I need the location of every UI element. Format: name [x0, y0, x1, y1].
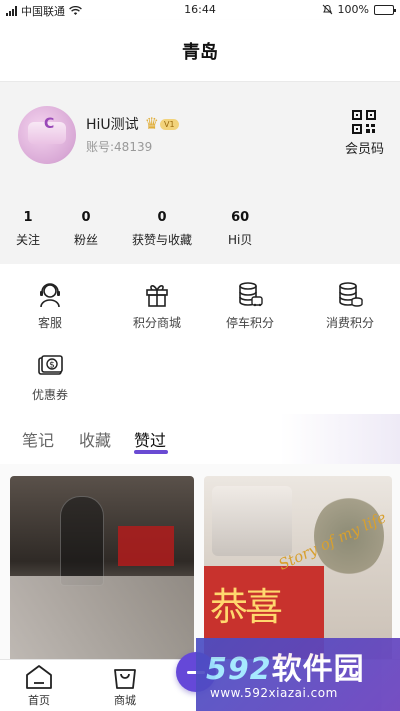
- shopping-bag-icon: [114, 669, 136, 689]
- coin-stack-icon: [339, 282, 363, 307]
- member-code-label: 会员码: [344, 142, 384, 157]
- watermark-url: www.592xiazai.com: [210, 686, 338, 700]
- menu-item-label: 优惠券: [31, 388, 68, 402]
- menu-item-label: 停车积分: [225, 316, 274, 330]
- avatar[interactable]: C: [18, 106, 76, 164]
- top-header: 青岛: [0, 20, 400, 82]
- city-title[interactable]: 青岛: [182, 38, 218, 64]
- stat-following[interactable]: 1 关注: [16, 210, 40, 248]
- qr-code-icon: [352, 110, 377, 134]
- tab-notes[interactable]: 笔记: [22, 427, 54, 451]
- nav-home[interactable]: 首页: [24, 664, 54, 708]
- feed-card-image[interactable]: [10, 476, 194, 666]
- signal-icon: [6, 6, 17, 16]
- glass-dome-shape: [60, 496, 104, 586]
- svg-text:$: $: [49, 361, 55, 371]
- stat-value: 60: [231, 210, 250, 225]
- stat-fans[interactable]: 0 粉丝: [74, 210, 98, 248]
- photo-lower-panel: [10, 576, 194, 666]
- vip-level-tag: V1: [160, 118, 179, 130]
- menu-item-label: 消费积分: [325, 316, 374, 330]
- nav-label: 商城: [114, 694, 136, 707]
- status-right-group: 100%: [322, 3, 396, 16]
- clock: 16:44: [184, 3, 216, 16]
- menu-item-customer-service[interactable]: 客服: [0, 280, 100, 331]
- carrier-group: 中国联通: [6, 3, 82, 19]
- tab-liked[interactable]: 赞过: [134, 427, 166, 451]
- menu-item-consumption-points[interactable]: 消费积分: [300, 280, 400, 331]
- stat-hi-shells[interactable]: 60 Hi贝: [228, 210, 252, 248]
- username-row: HiU测试 ♛ V1: [86, 114, 179, 134]
- battery-icon: [374, 4, 396, 15]
- home-icon: [26, 665, 52, 689]
- watermark-brand-number: 592: [206, 652, 272, 687]
- battery-percent: 100%: [337, 3, 369, 16]
- nav-mall[interactable]: 商城: [110, 664, 140, 708]
- stat-label: 获赞与收藏: [132, 233, 193, 247]
- red-box-shape: [118, 526, 174, 566]
- portrait-photo: [212, 486, 292, 556]
- parking-coins-icon: [239, 282, 263, 307]
- menu-item-label: 客服: [37, 316, 62, 330]
- wifi-icon: [69, 6, 82, 15]
- member-code-button[interactable]: 会员码: [345, 110, 384, 157]
- headset-icon: [40, 283, 60, 308]
- menu-item-points-mall[interactable]: 积分商城: [107, 280, 207, 331]
- status-bar: 中国联通 16:44 100%: [0, 0, 400, 20]
- vip-badge: ♛ V1: [145, 116, 179, 132]
- gift-icon: [146, 285, 168, 307]
- profile-card: C HiU测试 ♛ V1 账号:48139 会员码 1 关注 0 粉丝 0 获赞…: [0, 82, 400, 264]
- menu-item-parking-points[interactable]: 停车积分: [200, 280, 300, 331]
- crown-icon: ♛: [144, 114, 160, 133]
- stat-value: 0: [157, 210, 167, 225]
- coupon-icon: $: [38, 355, 63, 375]
- stat-likes-collects[interactable]: 0 获赞与收藏: [132, 210, 192, 248]
- site-watermark: 592软件园 www.592xiazai.com: [196, 638, 400, 711]
- stat-value: 0: [81, 210, 91, 225]
- feed-grid: 恭喜 Story of my life: [0, 464, 400, 666]
- username: HiU测试: [86, 117, 139, 133]
- service-menu: 客服 积分商城 停车积分 消费积分 $ 优惠券: [0, 264, 400, 414]
- watermark-brand: 592软件园: [206, 644, 365, 688]
- avatar-logo-icon: C: [44, 116, 55, 132]
- tab-collections[interactable]: 收藏: [79, 427, 111, 451]
- stat-value: 1: [23, 210, 33, 225]
- carrier-label: 中国联通: [21, 5, 65, 18]
- stat-label: 关注: [16, 233, 41, 247]
- active-tab-indicator: [134, 450, 168, 454]
- nav-label: 首页: [28, 694, 50, 707]
- stat-label: 粉丝: [74, 233, 99, 247]
- account-number: 账号:48139: [86, 140, 153, 154]
- stat-label: Hi贝: [228, 233, 253, 247]
- menu-item-label: 积分商城: [132, 316, 181, 330]
- congrats-text: 恭喜: [210, 585, 283, 629]
- content-tabs: 笔记 收藏 赞过: [0, 414, 400, 464]
- watermark-brand-text: 软件园: [271, 652, 365, 687]
- alarm-icon: [322, 4, 332, 15]
- menu-item-coupons[interactable]: $ 优惠券: [0, 352, 100, 403]
